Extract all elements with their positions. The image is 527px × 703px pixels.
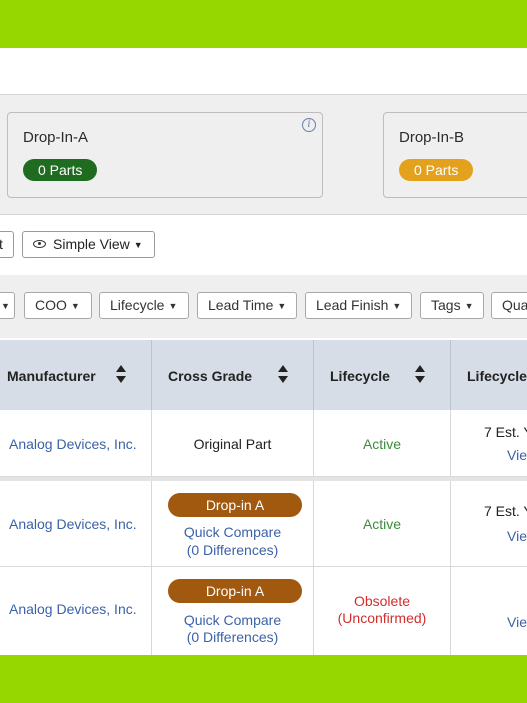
- table-row-cell-lifecycle-est: Vie: [451, 567, 527, 655]
- filter-label: Tags: [431, 297, 461, 313]
- parts-count-badge[interactable]: 0 Parts: [23, 159, 98, 181]
- table-row-cell-lifecycle-est: 7 Est. Y Vie: [451, 481, 527, 567]
- eye-icon: [33, 240, 46, 248]
- caret-down-icon: ▼: [392, 301, 402, 311]
- table-row-cell-lifecycle: Obsolete (Unconfirmed): [314, 567, 451, 655]
- lifecycle-status: Active: [362, 516, 402, 532]
- filter-quality[interactable]: Qua: [491, 292, 527, 319]
- parts-table: Manufacturer Cross Grade Lifecycle Lifec…: [0, 340, 527, 655]
- table-row-cell-lifecycle-est: 7 Est. Y Vie: [451, 410, 527, 477]
- filter-coo[interactable]: COO ▼: [24, 292, 92, 319]
- filter-lifecycle[interactable]: Lifecycle ▼: [99, 292, 189, 319]
- filter-label: Lead Time: [208, 297, 274, 313]
- simple-view-dropdown[interactable]: Simple View ▼: [22, 231, 155, 258]
- bottom-brand-bar: [0, 655, 527, 703]
- table-row-cell-manufacturer: Analog Devices, Inc.: [0, 410, 152, 477]
- drop-in-a-badge[interactable]: Drop-in A: [168, 493, 302, 517]
- table-row-cell-manufacturer: Analog Devices, Inc.: [0, 567, 152, 655]
- column-header-cross-grade[interactable]: Cross Grade: [152, 340, 314, 410]
- caret-down-icon: ▼: [133, 240, 143, 250]
- differences-count-link[interactable]: (0 Differences): [152, 542, 313, 558]
- table-row-cell-cross-grade: Drop-in A Quick Compare (0 Differences): [152, 567, 314, 655]
- column-header-label: Lifecycle: [330, 368, 390, 384]
- filter-tags[interactable]: Tags ▼: [420, 292, 484, 319]
- caret-down-icon: ▼: [464, 301, 474, 311]
- card-title: Drop-In-A: [23, 129, 89, 146]
- sort-icon[interactable]: [278, 365, 288, 385]
- sort-icon[interactable]: [415, 365, 425, 385]
- quick-compare-link[interactable]: Quick Compare: [152, 612, 313, 628]
- sort-icon[interactable]: [116, 365, 126, 385]
- cross-grade-text: Original Part: [193, 436, 272, 452]
- card-title: Drop-In-B: [399, 129, 465, 146]
- view-link[interactable]: Vie: [507, 528, 527, 544]
- drop-in-a-badge[interactable]: Drop-in A: [168, 579, 302, 603]
- lifecycle-status: Active: [362, 436, 402, 452]
- table-row-cell-cross-grade: Original Part: [152, 410, 314, 477]
- differences-count-link[interactable]: (0 Differences): [152, 629, 313, 645]
- simple-view-label: Simple View: [53, 236, 130, 252]
- export-button-label: t: [0, 236, 3, 252]
- parts-count-badge[interactable]: 0 Parts: [399, 159, 474, 181]
- drop-in-a-card[interactable]: Drop-In-A 0 Parts i: [7, 112, 323, 198]
- view-link[interactable]: Vie: [507, 614, 527, 630]
- filter-label: Lifecycle: [110, 297, 165, 313]
- lifecycle-status-note: (Unconfirmed): [337, 610, 427, 626]
- filter-label: COO: [35, 297, 67, 313]
- lifecycle-estimate: 7 Est. Y: [484, 424, 527, 440]
- table-row-cell-manufacturer: Analog Devices, Inc.: [0, 481, 152, 567]
- export-button[interactable]: t: [0, 231, 14, 258]
- table-row-cell-lifecycle: Active: [314, 481, 451, 567]
- column-header-manufacturer[interactable]: Manufacturer: [0, 340, 152, 410]
- manufacturer-link[interactable]: Analog Devices, Inc.: [9, 436, 137, 452]
- column-header-lifecycle-est[interactable]: Lifecycle: [451, 340, 527, 410]
- manufacturer-link[interactable]: Analog Devices, Inc.: [9, 601, 137, 617]
- column-header-label: Cross Grade: [168, 368, 253, 384]
- caret-down-icon: ▼: [168, 301, 178, 311]
- column-header-label: Manufacturer: [7, 368, 96, 384]
- table-row-cell-cross-grade: Drop-in A Quick Compare (0 Differences): [152, 481, 314, 567]
- filter-bar: ▼ COO ▼ Lifecycle ▼ Lead Time ▼ Lead Finish…: [0, 275, 527, 338]
- column-header-lifecycle[interactable]: Lifecycle: [314, 340, 451, 410]
- caret-down-icon: ▼: [277, 301, 287, 311]
- caret-down-icon: ▼: [1, 301, 10, 311]
- lifecycle-status: Obsolete: [353, 593, 411, 609]
- drop-in-b-card[interactable]: Drop-In-B 0 Parts: [383, 112, 527, 198]
- info-icon[interactable]: i: [302, 118, 316, 132]
- filter-lead-finish[interactable]: Lead Finish ▼: [305, 292, 412, 319]
- filter-label: Lead Finish: [316, 297, 389, 313]
- filter-dropdown-partial[interactable]: ▼: [0, 292, 15, 319]
- manufacturer-link[interactable]: Analog Devices, Inc.: [9, 516, 137, 532]
- drop-in-summary-band: Drop-In-A 0 Parts i Drop-In-B 0 Parts: [0, 94, 527, 215]
- top-brand-bar: [0, 0, 527, 48]
- caret-down-icon: ▼: [70, 301, 80, 311]
- table-row-cell-lifecycle: Active: [314, 410, 451, 477]
- column-header-label: Lifecycle: [467, 368, 527, 384]
- filter-label: Qua: [502, 297, 527, 313]
- lifecycle-estimate: 7 Est. Y: [484, 503, 527, 519]
- filter-lead-time[interactable]: Lead Time ▼: [197, 292, 297, 319]
- view-link[interactable]: Vie: [507, 447, 527, 463]
- quick-compare-link[interactable]: Quick Compare: [152, 524, 313, 540]
